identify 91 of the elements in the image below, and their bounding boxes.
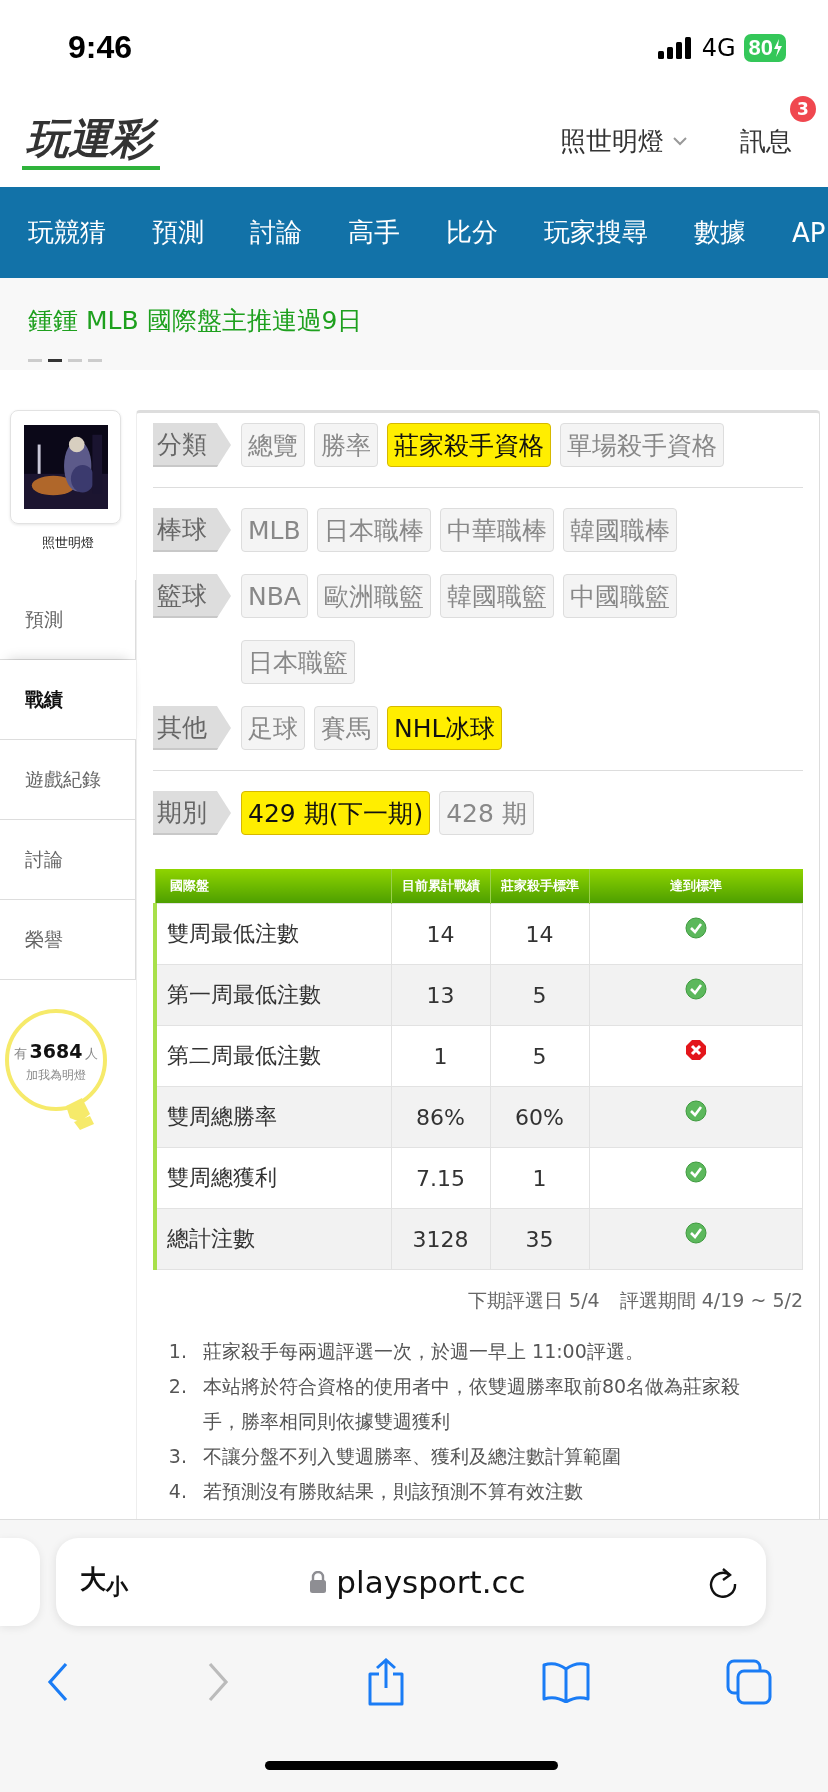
note-number: 4.	[167, 1479, 187, 1504]
table-cell: 雙周總勝率	[155, 1086, 391, 1148]
nav-item[interactable]: 數據	[694, 215, 746, 250]
filter-chip[interactable]: 歐洲職籃	[316, 574, 431, 618]
note-text: 莊家殺手每兩週評選一次，於週一早上 11:00評選。	[203, 1339, 645, 1364]
address-bar[interactable]: 大$_{小}$ playsport.cc	[56, 1538, 766, 1626]
sidebar-item[interactable]: 討論	[0, 820, 136, 900]
nav-item[interactable]: 預測	[152, 215, 204, 250]
filter-chip[interactable]: 總覽	[241, 423, 305, 467]
note-number: 3.	[167, 1444, 187, 1469]
avatar-card[interactable]	[10, 410, 121, 524]
filter-chip[interactable]: 韓國職籃	[439, 574, 554, 618]
table-cell: 5	[490, 1025, 589, 1087]
sidebar-item[interactable]: 預測	[0, 580, 136, 660]
filter-label: 籃球	[153, 574, 231, 618]
filter-label: 分類	[153, 423, 231, 467]
back-icon[interactable]	[46, 1662, 70, 1702]
nav-item[interactable]: 討論	[250, 215, 302, 250]
table-cell: 3128	[391, 1208, 490, 1270]
filter-chip[interactable]: 日本職籃	[241, 640, 355, 684]
table-cell: 13	[391, 964, 490, 1026]
share-icon[interactable]	[366, 1658, 406, 1706]
filter-chip[interactable]: 莊家殺手資格	[387, 423, 551, 467]
filter-chip[interactable]: 單場殺手資格	[560, 423, 724, 467]
filter-label: 期別	[153, 791, 231, 835]
filter-chip[interactable]: 428 期	[439, 791, 534, 835]
nav-item[interactable]: 玩家搜尋	[544, 215, 648, 250]
battery-indicator: 80	[743, 33, 786, 62]
filter-chip[interactable]: NBA	[241, 574, 308, 618]
filter-label: 棒球	[153, 508, 231, 552]
column-header: 莊家殺手標準	[490, 869, 589, 904]
promo-headline[interactable]: 鍾鍾 MLB 國際盤主推連過9日	[28, 304, 800, 337]
sidebar-item[interactable]: 戰績	[0, 660, 136, 740]
fans-prefix: 有	[13, 1045, 27, 1063]
site-logo[interactable]: 玩運彩	[22, 111, 160, 171]
filter-chip[interactable]: 日本職棒	[316, 508, 431, 552]
table-cell: 60%	[490, 1086, 589, 1148]
column-header: 達到標準	[589, 869, 803, 904]
signal-icon	[657, 36, 694, 59]
nav-item[interactable]: 比分	[446, 215, 498, 250]
messages-link[interactable]: 訊息	[740, 123, 792, 159]
tabs-icon[interactable]	[726, 1659, 772, 1705]
lock-icon	[310, 1571, 327, 1593]
status-time: 9:46	[68, 29, 133, 66]
filter-chip[interactable]: 429 期(下一期)	[241, 791, 431, 835]
user-menu[interactable]: 照世明燈	[560, 123, 688, 159]
filter-label: 其他	[153, 706, 231, 750]
table-cell: 14	[490, 903, 589, 965]
column-header: 目前累計戰績	[391, 869, 490, 904]
table-cell: 14	[391, 903, 490, 965]
filter-chip[interactable]: 中國職籃	[562, 574, 677, 618]
chevron-down-icon	[672, 136, 688, 146]
filter-chip[interactable]: 韓國職棒	[562, 508, 677, 552]
sidebar-item[interactable]: 遊戲紀錄	[0, 740, 136, 820]
table-cell: 第一周最低注數	[155, 964, 391, 1026]
table-cell: 1	[490, 1147, 589, 1209]
filter-chip[interactable]: 足球	[241, 706, 305, 750]
note-text: 本站將於符合資格的使用者中，依雙週勝率取前80名做為莊家殺手，勝率相同則依據雙週獲利	[203, 1374, 742, 1434]
column-header: 國際盤	[155, 869, 391, 904]
filter-chip[interactable]: 賽馬	[314, 706, 378, 750]
filter-chip[interactable]: MLB	[241, 508, 308, 552]
sidebar-item[interactable]: 榮譽	[0, 900, 136, 980]
filter-chip[interactable]: 中華職棒	[439, 508, 554, 552]
reload-icon[interactable]	[708, 1566, 738, 1598]
user-name: 照世明燈	[41, 534, 95, 552]
schedule-text: 評選期間 4/19 ~ 5/2	[619, 1288, 803, 1313]
nav-item[interactable]: 高手	[348, 215, 400, 250]
fans-caption[interactable]: 加我為明燈	[26, 1067, 86, 1084]
table-cell: 7.15	[391, 1147, 490, 1209]
book-icon[interactable]	[542, 1661, 590, 1703]
table-cell: 86%	[391, 1086, 490, 1148]
fans-suffix: 人	[85, 1045, 99, 1063]
table-cell: 35	[490, 1208, 589, 1270]
note-number: 1.	[167, 1339, 187, 1364]
lightbulb-icon	[4, 1008, 108, 1132]
url-text: playsport.cc	[336, 1564, 526, 1600]
note-text: 不讓分盤不列入雙週勝率、獲利及總注數計算範圍	[203, 1444, 622, 1469]
fans-count: 3684	[29, 1040, 83, 1062]
notification-badge: 3	[790, 95, 816, 122]
table-cell: 1	[391, 1025, 490, 1087]
filter-chip[interactable]: 勝率	[314, 423, 378, 467]
filter-chip[interactable]: NHL冰球	[387, 706, 503, 750]
schedule-text: 下期評選日 5/4	[468, 1288, 600, 1313]
table-cell: 5	[490, 964, 589, 1026]
note-text: 若預測沒有勝敗結果，則該預測不算有效注數	[203, 1479, 584, 1504]
note-number: 2.	[167, 1374, 187, 1399]
nav-item[interactable]: AP	[792, 217, 826, 248]
text-size-button[interactable]: 大$_{小}$	[80, 1562, 128, 1602]
nav-item[interactable]: 玩競猜	[28, 215, 106, 250]
table-cell: 總計注數	[155, 1208, 391, 1270]
network-label: 4G	[701, 33, 736, 62]
